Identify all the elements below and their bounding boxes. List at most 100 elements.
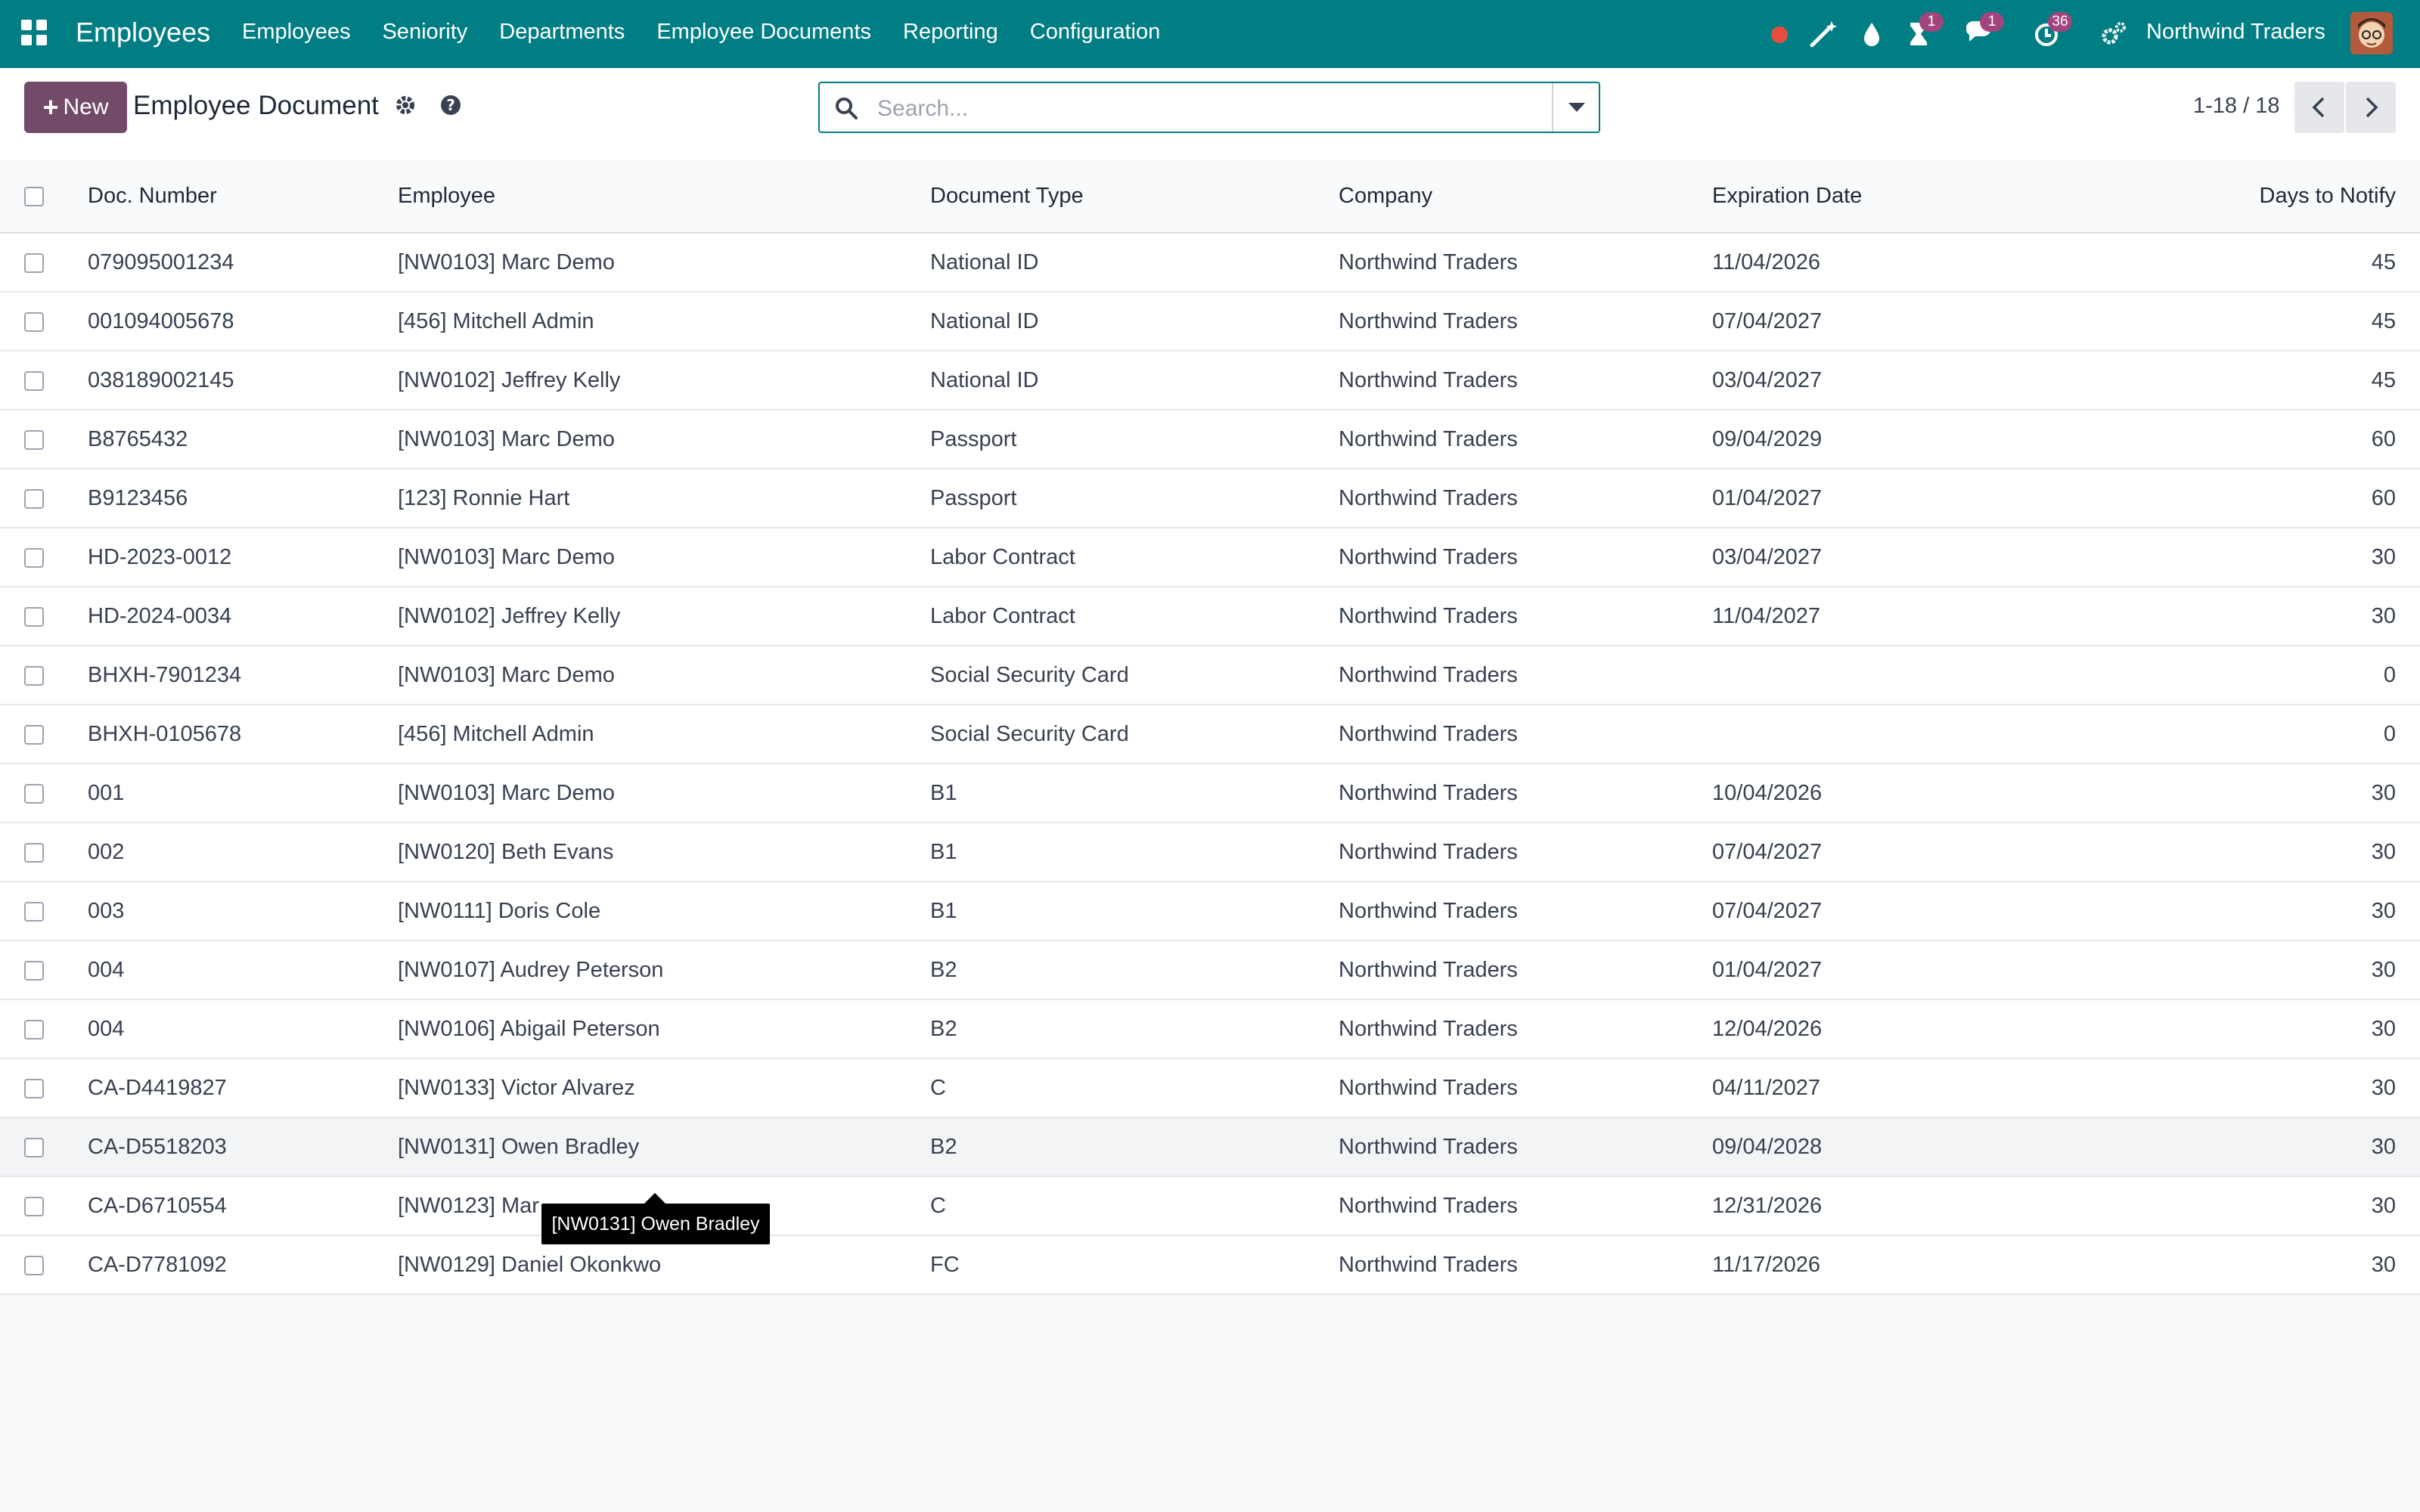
cell-document-type[interactable]: Social Security Card (930, 705, 1339, 764)
cell-doc-number[interactable]: 001094005678 (88, 292, 398, 351)
cell-company[interactable]: Northwind Traders (1339, 940, 1712, 999)
cell-doc-number[interactable]: 002 (88, 823, 398, 881)
cell-document-type[interactable]: National ID (930, 233, 1339, 292)
cell-days-to-notify[interactable]: 30 (2090, 1176, 2420, 1235)
company-switcher[interactable]: Northwind Traders (2146, 20, 2325, 45)
cell-document-type[interactable]: Social Security Card (930, 646, 1339, 705)
cell-company[interactable]: Northwind Traders (1339, 587, 1712, 646)
cell-employee[interactable]: [NW0103] Marc Demo (398, 528, 930, 587)
search-options-toggle[interactable] (1552, 83, 1599, 132)
cell-days-to-notify[interactable]: 45 (2090, 233, 2420, 292)
cell-document-type[interactable]: B1 (930, 764, 1339, 823)
cell-document-type[interactable]: Passport (930, 410, 1339, 469)
row-checkbox[interactable] (24, 724, 44, 745)
cell-doc-number[interactable]: HD-2024-0034 (88, 587, 398, 646)
cell-document-type[interactable]: National ID (930, 292, 1339, 351)
row-checkbox[interactable] (24, 488, 44, 509)
cell-company[interactable]: Northwind Traders (1339, 469, 1712, 528)
cell-expiration-date[interactable]: 03/04/2027 (1712, 351, 2090, 410)
user-avatar[interactable] (2350, 12, 2393, 54)
cell-doc-number[interactable]: HD-2023-0012 (88, 528, 398, 587)
record-dot-icon[interactable] (1764, 18, 1795, 50)
cell-expiration-date[interactable]: 09/04/2029 (1712, 410, 2090, 469)
cell-company[interactable]: Northwind Traders (1339, 410, 1712, 469)
cell-doc-number[interactable]: 003 (88, 881, 398, 940)
cell-expiration-date[interactable]: 03/04/2027 (1712, 528, 2090, 587)
cell-expiration-date[interactable]: 11/04/2027 (1712, 587, 2090, 646)
cell-expiration-date[interactable]: 09/04/2028 (1712, 1117, 2090, 1176)
cell-document-type[interactable]: B2 (930, 999, 1339, 1058)
table-row[interactable]: HD-2024-0034 [NW0102] Jeffrey Kelly Labor … (0, 587, 2420, 646)
cell-employee[interactable]: [NW0106] Abigail Peterson (398, 999, 930, 1058)
cell-document-type[interactable]: B1 (930, 823, 1339, 881)
cell-company[interactable]: Northwind Traders (1339, 233, 1712, 292)
cell-doc-number[interactable]: 038189002145 (88, 351, 398, 410)
menu-seniority[interactable]: Seniority (382, 20, 467, 45)
row-checkbox[interactable] (24, 547, 44, 568)
cell-document-type[interactable]: B1 (930, 881, 1339, 940)
cell-expiration-date[interactable]: 10/04/2026 (1712, 764, 2090, 823)
table-row[interactable]: 003 [NW0111] Doris Cole B1 Northwind Trader… (0, 881, 2420, 940)
cell-expiration-date[interactable]: 12/31/2026 (1712, 1176, 2090, 1235)
table-row[interactable]: 038189002145 [NW0102] Jeffrey Kelly Nation… (0, 351, 2420, 410)
menu-employee-documents[interactable]: Employee Documents (656, 20, 871, 45)
cell-days-to-notify[interactable]: 30 (2090, 1235, 2420, 1294)
cell-company[interactable]: Northwind Traders (1339, 764, 1712, 823)
table-row[interactable]: CA-D4419827 [NW0133] Victor Alvarez C North… (0, 1058, 2420, 1117)
cell-document-type[interactable]: B2 (930, 940, 1339, 999)
cell-employee[interactable]: [NW0103] Marc Demo (398, 646, 930, 705)
clock-icon[interactable]: 36 (2031, 12, 2072, 50)
table-row[interactable]: 002 [NW0120] Beth Evans B1 Northwind Trader… (0, 823, 2420, 881)
row-checkbox[interactable] (24, 370, 44, 391)
column-expiration-date[interactable]: Expiration Date (1712, 160, 2090, 233)
column-company[interactable]: Company (1339, 160, 1712, 233)
chat-icon[interactable]: 1 (1963, 12, 2004, 50)
row-checkbox[interactable] (24, 1196, 44, 1216)
table-row[interactable]: 079095001234 [NW0103] Marc Demo National I… (0, 233, 2420, 292)
cell-days-to-notify[interactable]: 0 (2090, 705, 2420, 764)
cell-doc-number[interactable]: BHXH-7901234 (88, 646, 398, 705)
column-document-type[interactable]: Document Type (930, 160, 1339, 233)
cell-company[interactable]: Northwind Traders (1339, 1235, 1712, 1294)
table-row[interactable]: CA-D5518203 [NW0131] Owen Bradley B2 Northw… (0, 1117, 2420, 1176)
cell-company[interactable]: Northwind Traders (1339, 1058, 1712, 1117)
cell-company[interactable]: Northwind Traders (1339, 999, 1712, 1058)
cell-document-type[interactable]: Passport (930, 469, 1339, 528)
cell-doc-number[interactable]: CA-D6710554 (88, 1176, 398, 1235)
cell-document-type[interactable]: National ID (930, 351, 1339, 410)
cell-doc-number[interactable]: 001 (88, 764, 398, 823)
cell-days-to-notify[interactable]: 0 (2090, 646, 2420, 705)
table-row[interactable]: 001094005678 [456] Mitchell Admin National… (0, 292, 2420, 351)
cell-days-to-notify[interactable]: 45 (2090, 292, 2420, 351)
magic-wand-icon[interactable] (1807, 18, 1839, 50)
row-checkbox[interactable] (24, 842, 44, 863)
row-checkbox[interactable] (24, 429, 44, 450)
water-drop-icon[interactable] (1856, 18, 1888, 50)
cell-company[interactable]: Northwind Traders (1339, 1176, 1712, 1235)
table-row[interactable]: B9123456 [123] Ronnie Hart Passport Northwi… (0, 469, 2420, 528)
cell-days-to-notify[interactable]: 30 (2090, 764, 2420, 823)
menu-employees[interactable]: Employees (242, 20, 350, 45)
cell-days-to-notify[interactable]: 30 (2090, 1117, 2420, 1176)
cell-employee[interactable]: [NW0111] Doris Cole (398, 881, 930, 940)
help-icon[interactable]: ? (439, 93, 463, 117)
cell-days-to-notify[interactable]: 30 (2090, 528, 2420, 587)
cell-expiration-date[interactable] (1712, 646, 2090, 705)
cell-doc-number[interactable]: B8765432 (88, 410, 398, 469)
menu-departments[interactable]: Departments (499, 20, 625, 45)
row-checkbox[interactable] (24, 1255, 44, 1275)
cell-company[interactable]: Northwind Traders (1339, 528, 1712, 587)
table-row[interactable]: 001 [NW0103] Marc Demo B1 Northwind Traders… (0, 764, 2420, 823)
table-row[interactable]: HD-2023-0012 [NW0103] Marc Demo Labor Cont… (0, 528, 2420, 587)
cell-expiration-date[interactable]: 07/04/2027 (1712, 292, 2090, 351)
cell-employee[interactable]: [NW0103] Marc Demo (398, 233, 930, 292)
row-checkbox[interactable] (24, 1137, 44, 1157)
cell-expiration-date[interactable]: 11/17/2026 (1712, 1235, 2090, 1294)
column-doc-number[interactable]: Doc. Number (88, 160, 398, 233)
cell-expiration-date[interactable]: 12/04/2026 (1712, 999, 2090, 1058)
row-checkbox[interactable] (24, 901, 44, 922)
cell-doc-number[interactable]: CA-D7781092 (88, 1235, 398, 1294)
cell-company[interactable]: Northwind Traders (1339, 1117, 1712, 1176)
cell-document-type[interactable]: Labor Contract (930, 587, 1339, 646)
pager-value[interactable]: 1-18 / 18 (2193, 94, 2279, 119)
